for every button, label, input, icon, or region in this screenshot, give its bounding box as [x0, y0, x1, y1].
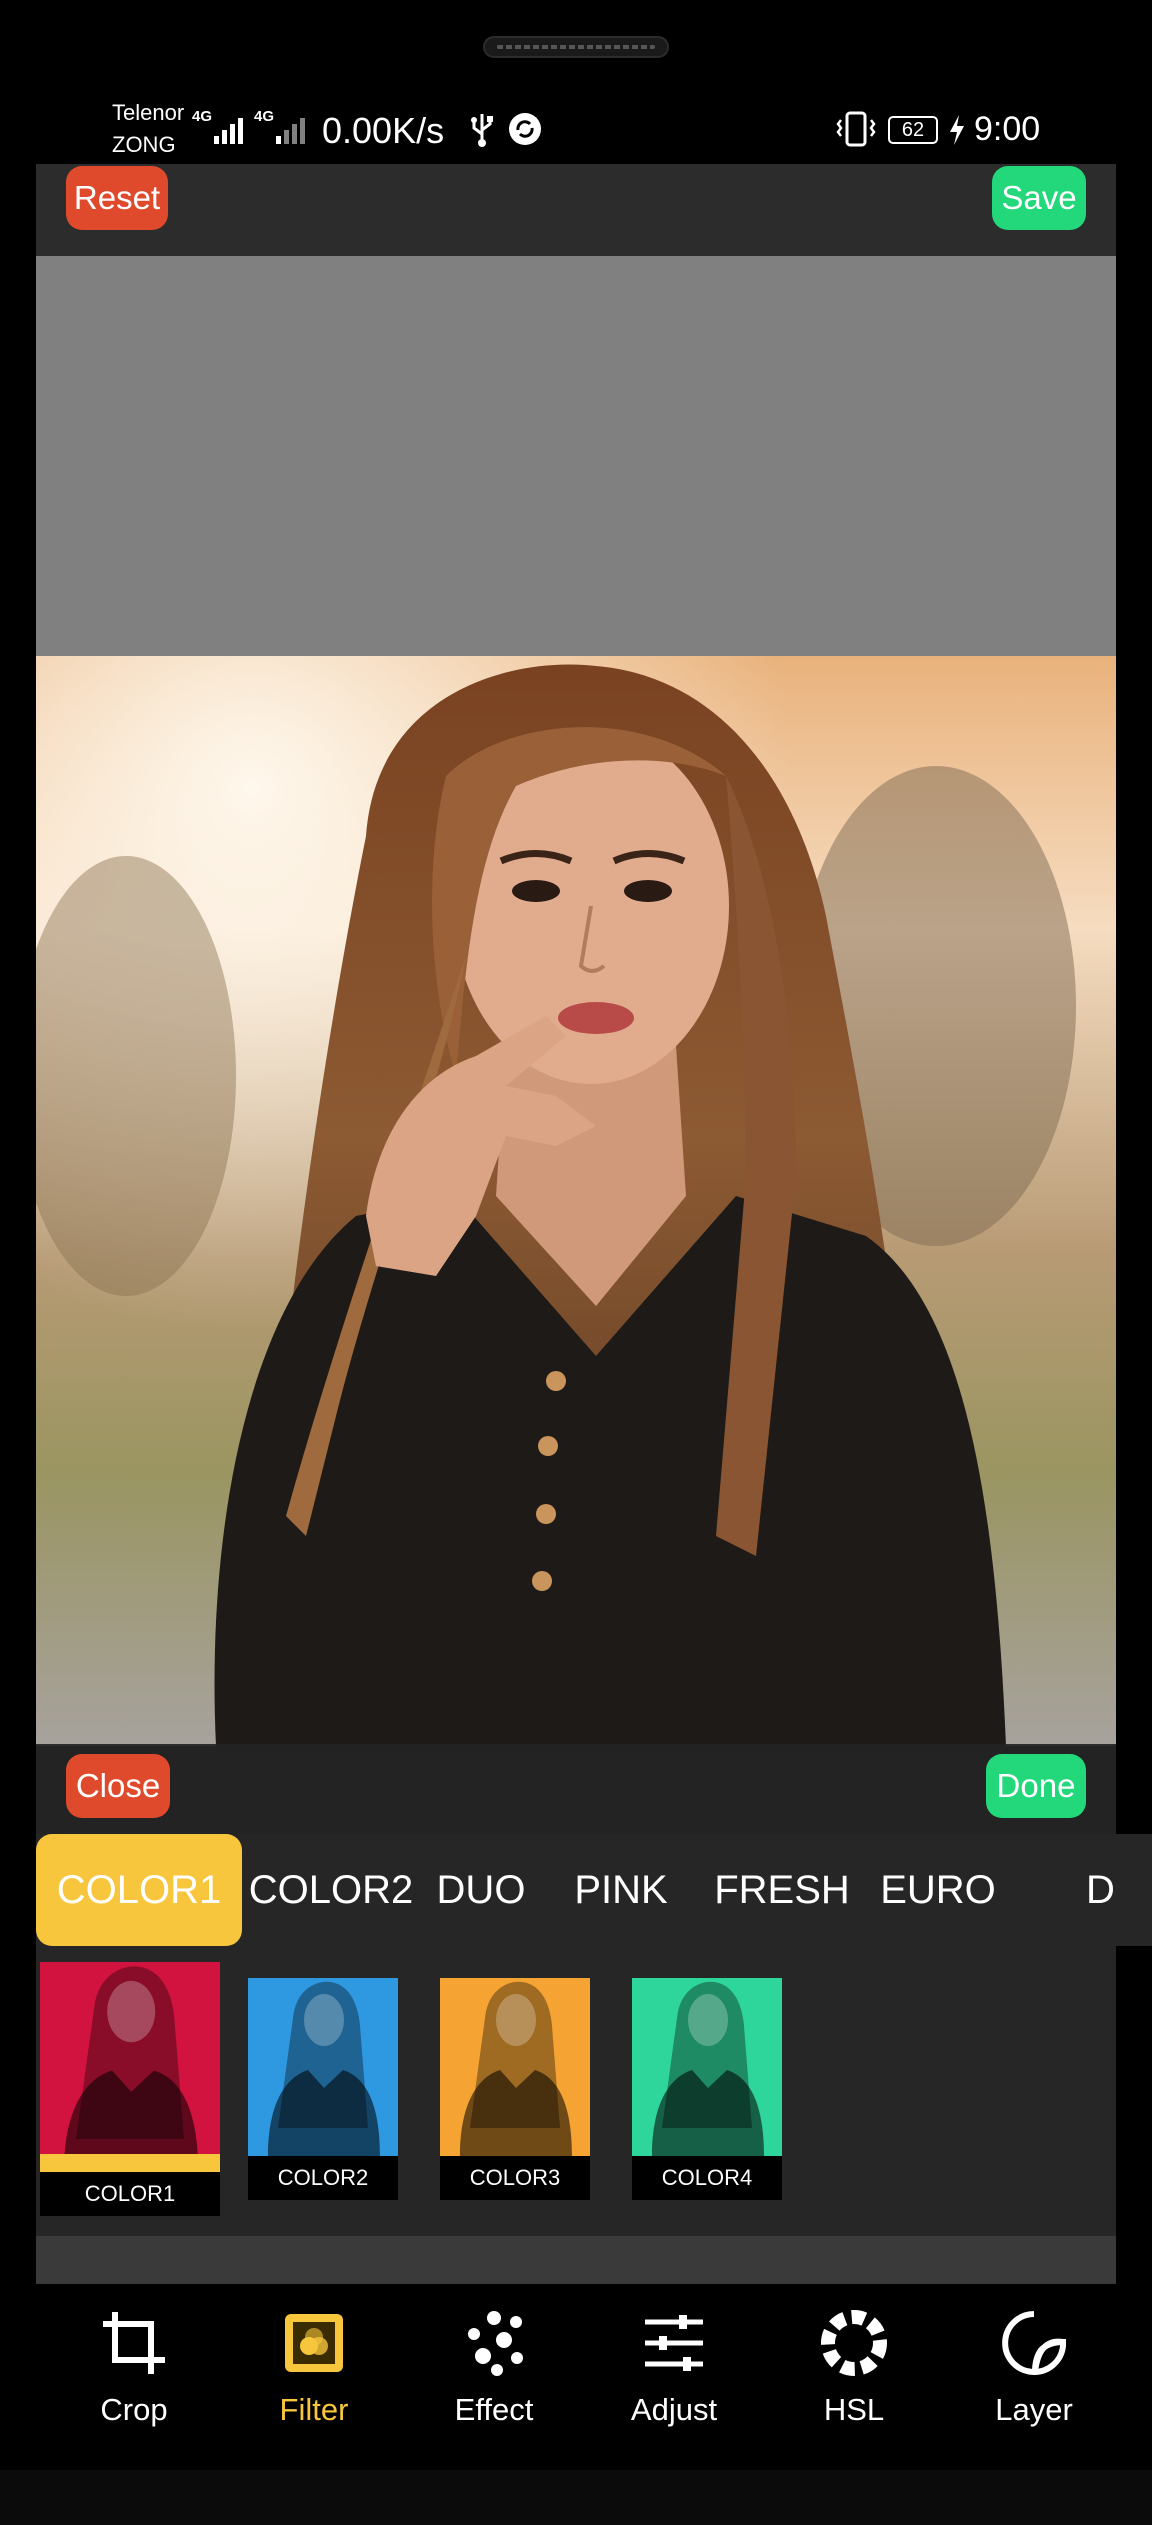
filter-thumbnail-label: COLOR4 — [632, 2156, 782, 2200]
nav-filter-label: Filter — [279, 2392, 349, 2427]
phone-speaker — [483, 36, 669, 58]
selected-indicator — [40, 2154, 220, 2172]
filter-preview-image — [632, 1978, 782, 2156]
carrier-name-2: ZONG — [112, 132, 176, 157]
filter-preview-image — [440, 1978, 590, 2156]
tab-color1[interactable]: COLOR1 — [36, 1834, 242, 1946]
tab-euro[interactable]: EURO — [880, 1834, 996, 1946]
nav-crop[interactable]: Crop — [44, 2300, 224, 2450]
edited-photo[interactable] — [36, 656, 1116, 1746]
charging-icon — [950, 115, 964, 145]
phone-bottom-bezel — [0, 2470, 1152, 2525]
nav-layer[interactable]: Layer — [944, 2300, 1124, 2450]
nav-filter[interactable]: Filter — [224, 2300, 404, 2450]
nav-hsl-label: HSL — [823, 2392, 885, 2427]
network-speed: 0.00K/s — [322, 110, 445, 151]
nav-adjust-label: Adjust — [630, 2392, 718, 2427]
panel-footer-strip — [36, 2236, 1116, 2284]
filter-preview-image — [40, 1962, 220, 2172]
clock: 9:00 — [974, 110, 1041, 148]
top-toolbar — [36, 164, 1116, 256]
filter-thumbnail-label: COLOR3 — [440, 2156, 590, 2200]
tab-partial[interactable]: D — [1086, 1834, 1146, 1946]
filter-thumbnail-label: COLOR2 — [248, 2156, 398, 2200]
filter-panel-header — [36, 1744, 1116, 1834]
canvas-padding — [36, 256, 1116, 656]
effect-icon — [468, 2311, 523, 2376]
tab-fresh[interactable]: FRESH — [714, 1834, 850, 1946]
sync-icon — [509, 113, 541, 145]
portrait-image — [36, 656, 1116, 1746]
network-type-2: 4G — [254, 108, 275, 125]
nav-layer-label: Layer — [995, 2392, 1073, 2427]
done-button[interactable]: Done — [986, 1754, 1086, 1818]
filter-thumbnail-label: COLOR1 — [40, 2172, 220, 2216]
filter-thumbnail[interactable]: COLOR4 — [632, 1978, 782, 2200]
sticker-icon — [1002, 2311, 1066, 2375]
nav-adjust[interactable]: Adjust — [584, 2300, 764, 2450]
adjust-icon — [645, 2315, 703, 2371]
hsl-icon — [821, 2310, 887, 2376]
crop-icon — [103, 2312, 165, 2374]
reset-button[interactable]: Reset — [66, 166, 168, 230]
vibrate-icon — [836, 111, 876, 147]
nav-hsl[interactable]: HSL — [764, 2300, 944, 2450]
nav-effect[interactable]: Effect — [404, 2300, 584, 2450]
nav-effect-label: Effect — [454, 2392, 534, 2427]
network-type-1: 4G — [192, 108, 213, 125]
nav-crop-label: Crop — [100, 2392, 168, 2427]
close-button[interactable]: Close — [66, 1754, 170, 1818]
filter-thumbnail[interactable]: COLOR3 — [440, 1978, 590, 2200]
filter-thumbnail[interactable]: COLOR2 — [248, 1978, 398, 2200]
save-button[interactable]: Save — [992, 166, 1086, 230]
tab-color2[interactable]: COLOR2 — [249, 1834, 414, 1946]
battery-indicator: 62 — [888, 116, 938, 144]
filter-icon — [285, 2314, 343, 2372]
usb-icon — [471, 114, 493, 147]
filter-category-tabs[interactable]: COLOR1 COLOR2 DUO PINK FRESH EURO D — [36, 1834, 1152, 1946]
carrier-name-1: Telenor — [112, 100, 185, 125]
filter-preview-image — [248, 1978, 398, 2156]
tab-pink[interactable]: PINK — [566, 1834, 676, 1946]
tab-duo[interactable]: DUO — [436, 1834, 526, 1946]
filter-thumbnail[interactable]: COLOR1 — [40, 1962, 220, 2216]
